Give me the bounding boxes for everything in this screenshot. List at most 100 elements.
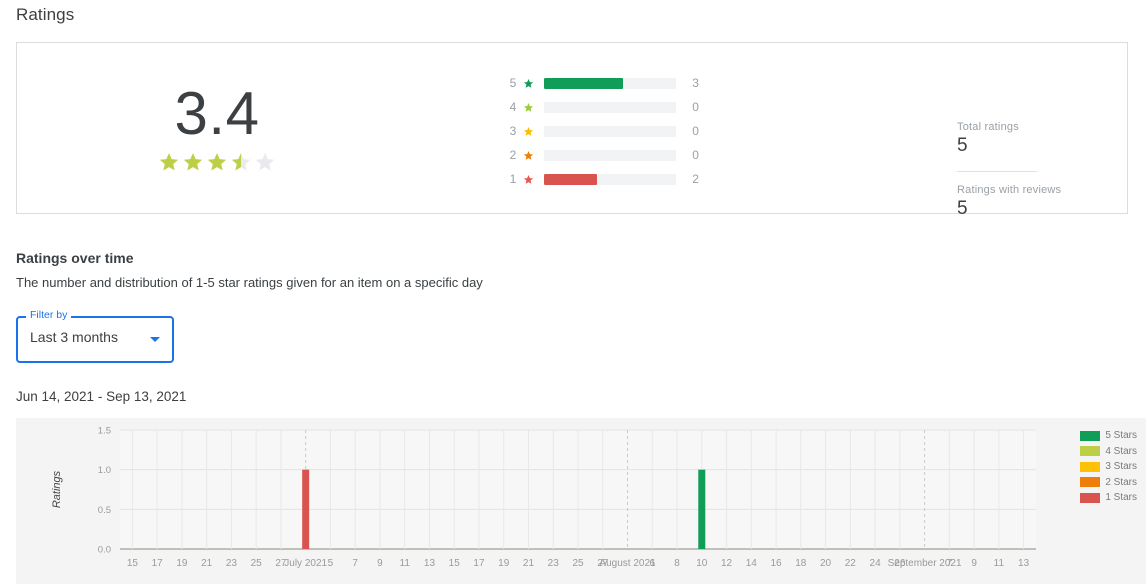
histogram-row-count: 0 — [676, 148, 721, 162]
total-ratings-label: Total ratings — [957, 121, 1107, 133]
ratings-summary-card: 3.4 5340302012 Total ratings 5 Ratings w… — [16, 42, 1128, 214]
totals-block: Total ratings 5 Ratings with reviews 5 — [957, 121, 1107, 220]
histogram-row-count: 0 — [676, 124, 721, 138]
totals-divider — [957, 171, 1037, 172]
x-axis-tick-label: 21 — [201, 558, 213, 569]
x-axis-tick-label: 13 — [424, 558, 436, 569]
legend-label: 3 Stars — [1105, 461, 1137, 472]
histogram-bar-fill — [544, 174, 597, 185]
histogram-row[interactable]: 12 — [501, 167, 721, 191]
chart-bar[interactable] — [698, 470, 705, 549]
section-title-ratings-over-time: Ratings over time — [16, 250, 133, 266]
histogram-row[interactable]: 40 — [501, 95, 721, 119]
filter-by-select[interactable]: Filter by Last 3 months — [16, 316, 174, 363]
legend-item[interactable]: 5 Stars — [1080, 428, 1137, 444]
ratings-over-time-chart: 0.00.51.01.5Ratings15171921232527July 20… — [16, 418, 1146, 584]
histogram-bar-track — [544, 126, 676, 137]
ratings-histogram: 5340302012 — [501, 71, 721, 191]
histogram-row[interactable]: 20 — [501, 143, 721, 167]
filter-by-value: Last 3 months — [30, 329, 118, 345]
x-axis-tick-label: 23 — [226, 558, 238, 569]
x-axis-tick-label: 9 — [377, 558, 383, 569]
star-icon — [520, 102, 535, 113]
legend-item[interactable]: 1 Stars — [1080, 490, 1137, 506]
date-range-label: Jun 14, 2021 - Sep 13, 2021 — [16, 389, 186, 404]
chart-bar[interactable] — [302, 470, 309, 549]
x-axis-tick-label: August 2021 — [599, 558, 656, 569]
y-axis-tick-label: 1.5 — [98, 426, 111, 437]
legend-item[interactable]: 3 Stars — [1080, 459, 1137, 475]
star-icon-full — [205, 153, 229, 170]
x-axis-tick-label: 17 — [152, 558, 164, 569]
filter-by-label: Filter by — [26, 309, 71, 321]
average-score-block: 3.4 — [77, 83, 357, 173]
histogram-row-label: 3 — [501, 124, 520, 138]
legend-label: 1 Stars — [1105, 492, 1137, 503]
histogram-bar-track — [544, 102, 676, 113]
x-axis-tick-label: 11 — [400, 558, 411, 569]
ratings-with-reviews-value: 5 — [957, 198, 1107, 220]
x-axis-tick-label: 7 — [352, 558, 358, 569]
x-axis-tick-label: 6 — [649, 558, 655, 569]
legend-item[interactable]: 4 Stars — [1080, 444, 1137, 460]
legend-label: 2 Stars — [1105, 477, 1137, 488]
histogram-bar-fill — [544, 78, 623, 89]
section-subtitle: The number and distribution of 1-5 star … — [16, 275, 483, 290]
x-axis-tick-label: 9 — [971, 558, 977, 569]
page-title: Ratings — [16, 5, 74, 25]
x-axis-tick-label: 12 — [721, 558, 733, 569]
x-axis-tick-label: 24 — [870, 558, 882, 569]
average-score-value: 3.4 — [77, 83, 357, 145]
star-icon-empty — [253, 153, 277, 170]
x-axis-tick-label: 19 — [176, 558, 188, 569]
histogram-row-label: 5 — [501, 76, 520, 90]
histogram-row-label: 4 — [501, 100, 520, 114]
x-axis-tick-label: 22 — [845, 558, 857, 569]
star-icon — [520, 126, 535, 137]
ratings-with-reviews-label: Ratings with reviews — [957, 184, 1107, 196]
x-axis-tick-label: 15 — [127, 558, 139, 569]
x-axis-tick-label: 23 — [548, 558, 560, 569]
x-axis-tick-label: 19 — [498, 558, 510, 569]
x-axis-tick-label: 13 — [1018, 558, 1030, 569]
legend-label: 5 Stars — [1105, 430, 1137, 441]
histogram-row-count: 0 — [676, 100, 721, 114]
y-axis-tick-label: 0.0 — [98, 545, 111, 556]
chart-legend: 5 Stars 4 Stars 3 Stars 2 Stars 1 Stars — [1080, 428, 1137, 506]
y-axis-tick-label: 0.5 — [98, 505, 111, 516]
x-axis-tick-label: 18 — [795, 558, 807, 569]
star-icon — [520, 78, 535, 89]
legend-swatch — [1080, 462, 1100, 472]
legend-swatch — [1080, 493, 1100, 503]
histogram-bar-track — [544, 174, 676, 185]
star-icon-half — [229, 153, 253, 170]
x-axis-tick-label: 25 — [572, 558, 584, 569]
star-icon-full — [181, 153, 205, 170]
histogram-row-label: 1 — [501, 172, 520, 186]
star-icon — [520, 150, 535, 161]
histogram-row[interactable]: 53 — [501, 71, 721, 95]
star-icon — [520, 174, 535, 185]
x-axis-tick-label: 7 — [947, 558, 953, 569]
y-axis-tick-label: 1.0 — [98, 465, 111, 476]
legend-swatch — [1080, 431, 1100, 441]
histogram-bar-track — [544, 78, 676, 89]
x-axis-tick-label: 16 — [770, 558, 782, 569]
star-icon-full — [157, 153, 181, 170]
chevron-down-icon[interactable] — [150, 337, 160, 342]
total-ratings-value: 5 — [957, 135, 1107, 157]
x-axis-tick-label: 8 — [674, 558, 680, 569]
x-axis-tick-label: 15 — [449, 558, 461, 569]
x-axis-tick-label: 11 — [994, 558, 1005, 569]
x-axis-tick-label: 25 — [251, 558, 263, 569]
x-axis-tick-label: 5 — [328, 558, 334, 569]
legend-item[interactable]: 2 Stars — [1080, 475, 1137, 491]
legend-swatch — [1080, 446, 1100, 456]
average-score-stars — [77, 151, 357, 173]
x-axis-tick-label: 10 — [696, 558, 708, 569]
chart-canvas: 0.00.51.01.5Ratings15171921232527July 20… — [16, 418, 1146, 584]
histogram-row[interactable]: 30 — [501, 119, 721, 143]
legend-label: 4 Stars — [1105, 446, 1137, 457]
legend-swatch — [1080, 477, 1100, 487]
x-axis-tick-label: 20 — [820, 558, 832, 569]
